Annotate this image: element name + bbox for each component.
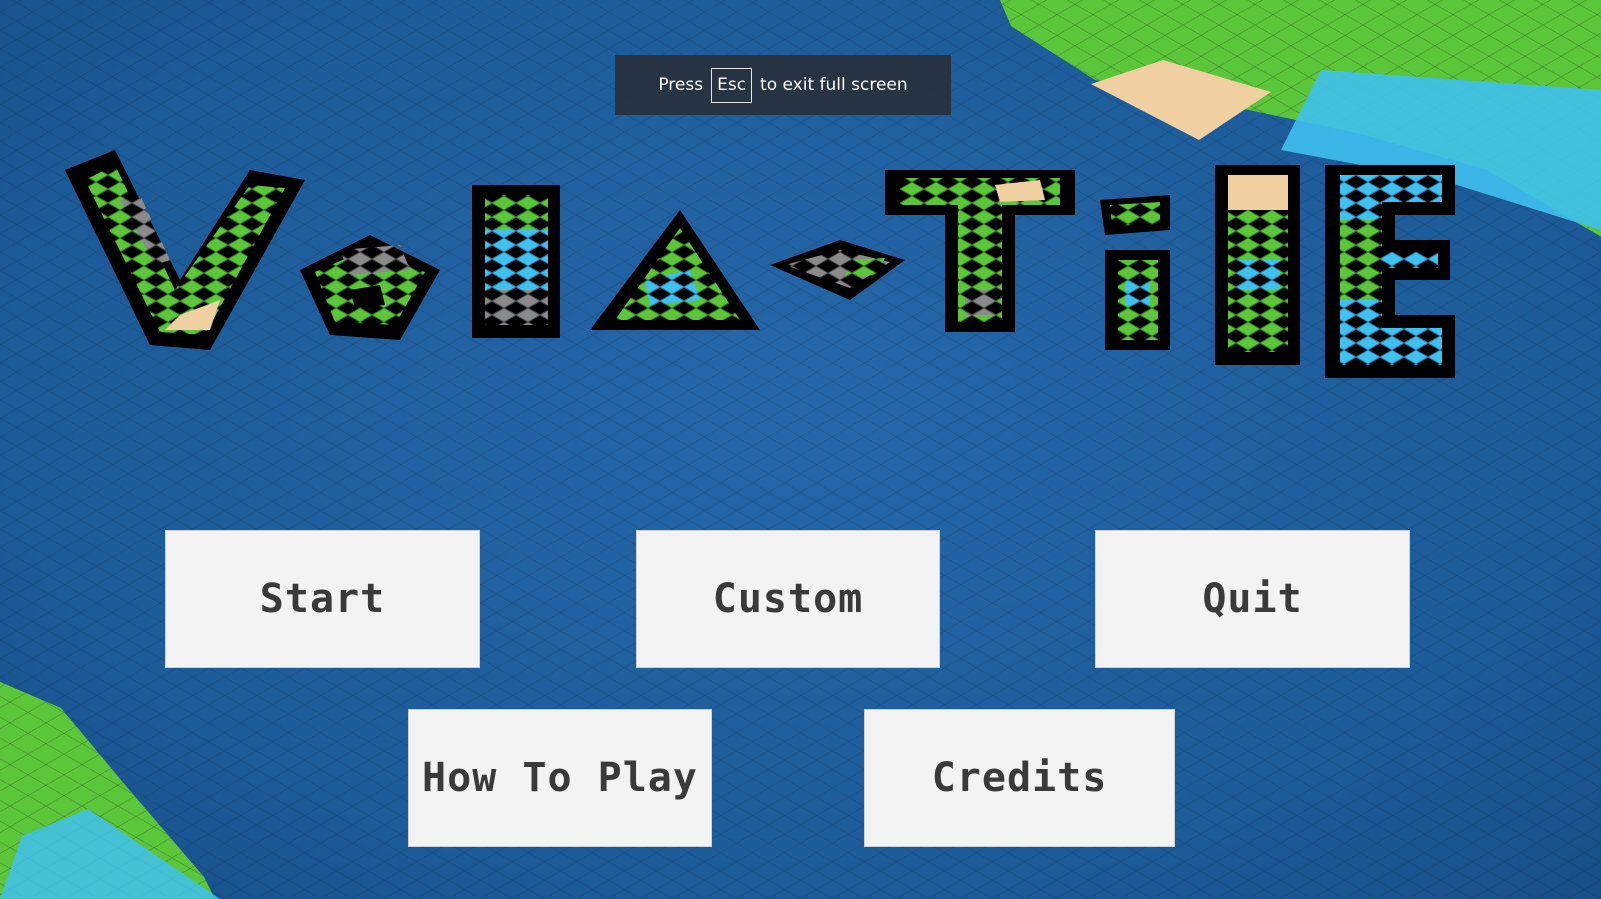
quit-button[interactable]: Quit [1095,530,1410,668]
logo-letter-dash [770,240,905,300]
logo-letter-o [300,235,440,340]
title-screen: Press Esc to exit full screen Start Cust… [0,0,1601,899]
esc-key-label: Esc [711,67,753,103]
logo-letter-e [1325,165,1455,378]
fullscreen-notice-prefix: Press [658,75,704,95]
how-to-play-button[interactable]: How To Play [408,709,712,847]
logo-letter-v [65,150,305,350]
fullscreen-notice: Press Esc to exit full screen [615,55,951,115]
custom-button[interactable]: Custom [636,530,940,668]
logo-letter-a [590,210,760,330]
logo-letter-l [472,185,560,338]
fullscreen-notice-suffix: to exit full screen [760,75,908,95]
logo-letter-l2 [1215,165,1300,365]
logo-letter-i [1100,195,1170,350]
game-logo [65,150,1455,378]
credits-button[interactable]: Credits [864,709,1175,847]
logo-letter-t [885,170,1075,332]
start-button[interactable]: Start [165,530,480,668]
